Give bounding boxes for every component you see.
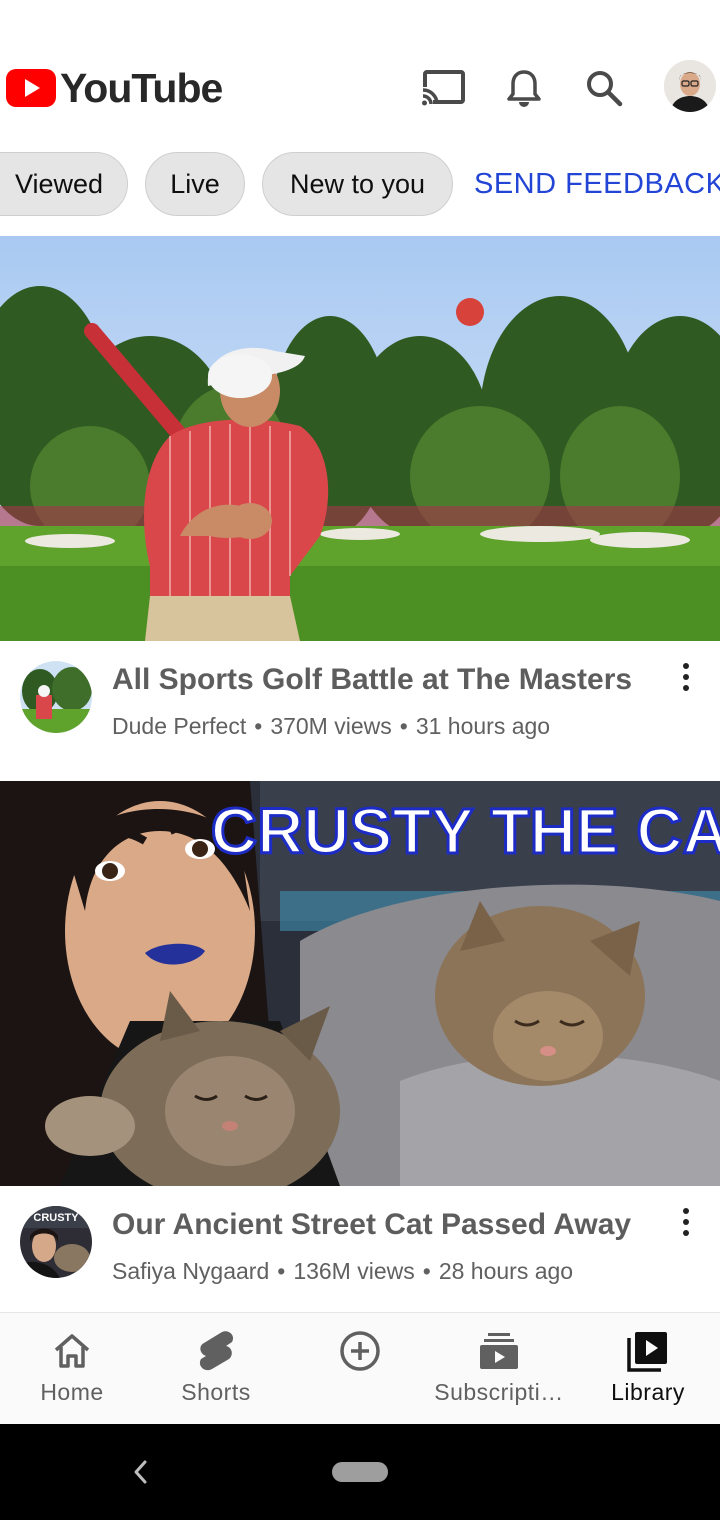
- nav-label: Shorts: [181, 1379, 251, 1405]
- channel-name[interactable]: Safiya Nygaard: [112, 1258, 269, 1284]
- back-icon[interactable]: [126, 1452, 154, 1492]
- app-name: YouTube: [60, 65, 223, 111]
- shorts-icon: [194, 1329, 238, 1373]
- video-thumbnail[interactable]: [0, 236, 720, 641]
- chip-live[interactable]: Live: [145, 152, 245, 216]
- chip-label: Viewed: [14, 168, 104, 199]
- app-header: YouTube: [0, 0, 720, 140]
- more-options-icon[interactable]: [668, 1202, 704, 1242]
- nav-item-create[interactable]: [288, 1313, 432, 1425]
- subscriptions-icon: [477, 1329, 521, 1373]
- nav-label: Subscripti…: [434, 1379, 564, 1405]
- nav-item-library[interactable]: Library: [576, 1313, 720, 1425]
- chip-new-to-you[interactable]: New to you: [262, 152, 453, 216]
- video-title[interactable]: All Sports Golf Battle at The Masters: [112, 663, 632, 697]
- nav-label: Home: [40, 1379, 104, 1405]
- video-title[interactable]: Our Ancient Street Cat Passed Away: [112, 1208, 631, 1242]
- create-icon: [338, 1329, 382, 1373]
- avatar-caption: CRUSTY: [33, 1212, 79, 1224]
- video-metadata: Safiya Nygaard • 136M views • 28 hours ago: [112, 1258, 573, 1285]
- separator-dot: •: [399, 713, 408, 739]
- upload-age: 31 hours ago: [415, 713, 551, 739]
- view-count: 370M views: [270, 713, 392, 739]
- nav-label: Library: [611, 1379, 685, 1405]
- home-gesture-pill[interactable]: [332, 1462, 388, 1482]
- search-icon[interactable]: [580, 64, 628, 112]
- chip-label: Live: [170, 168, 220, 199]
- separator-dot: •: [277, 1258, 286, 1284]
- upload-age: 28 hours ago: [438, 1258, 574, 1284]
- view-count: 136M views: [293, 1258, 415, 1284]
- separator-dot: •: [422, 1258, 431, 1284]
- thumbnail-caption: CRUSTY THE CAT: [211, 795, 720, 867]
- channel-avatar[interactable]: CRUSTY: [20, 1206, 92, 1278]
- more-options-icon[interactable]: [668, 657, 704, 697]
- video-info[interactable]: All Sports Golf Battle at The Masters Du…: [0, 641, 720, 761]
- notifications-icon[interactable]: [500, 64, 548, 112]
- bottom-navigation: Home Shorts Subscripti… Library: [0, 1312, 720, 1424]
- nav-item-home[interactable]: Home: [0, 1313, 144, 1425]
- chip-recently-viewed[interactable]: Viewed: [0, 152, 128, 216]
- nav-item-subscriptions[interactable]: Subscripti…: [424, 1313, 574, 1425]
- nav-item-shorts[interactable]: Shorts: [144, 1313, 288, 1425]
- separator-dot: •: [254, 713, 263, 739]
- youtube-play-icon: [6, 69, 56, 107]
- send-feedback-link[interactable]: SEND FEEDBACK: [474, 168, 720, 201]
- channel-avatar[interactable]: [20, 661, 92, 733]
- video-thumbnail[interactable]: CRUSTY THE CAT: [0, 781, 720, 1186]
- home-icon: [50, 1329, 94, 1373]
- account-avatar[interactable]: [664, 60, 716, 112]
- video-info[interactable]: CRUSTY Our Ancient Street Cat Passed Awa…: [0, 1186, 720, 1306]
- video-metadata: Dude Perfect • 370M views • 31 hours ago: [112, 713, 550, 740]
- library-icon: [626, 1329, 670, 1373]
- cast-icon[interactable]: [420, 64, 468, 112]
- chip-label: New to you: [289, 168, 426, 199]
- channel-name[interactable]: Dude Perfect: [112, 713, 246, 739]
- youtube-logo[interactable]: YouTube: [6, 65, 223, 111]
